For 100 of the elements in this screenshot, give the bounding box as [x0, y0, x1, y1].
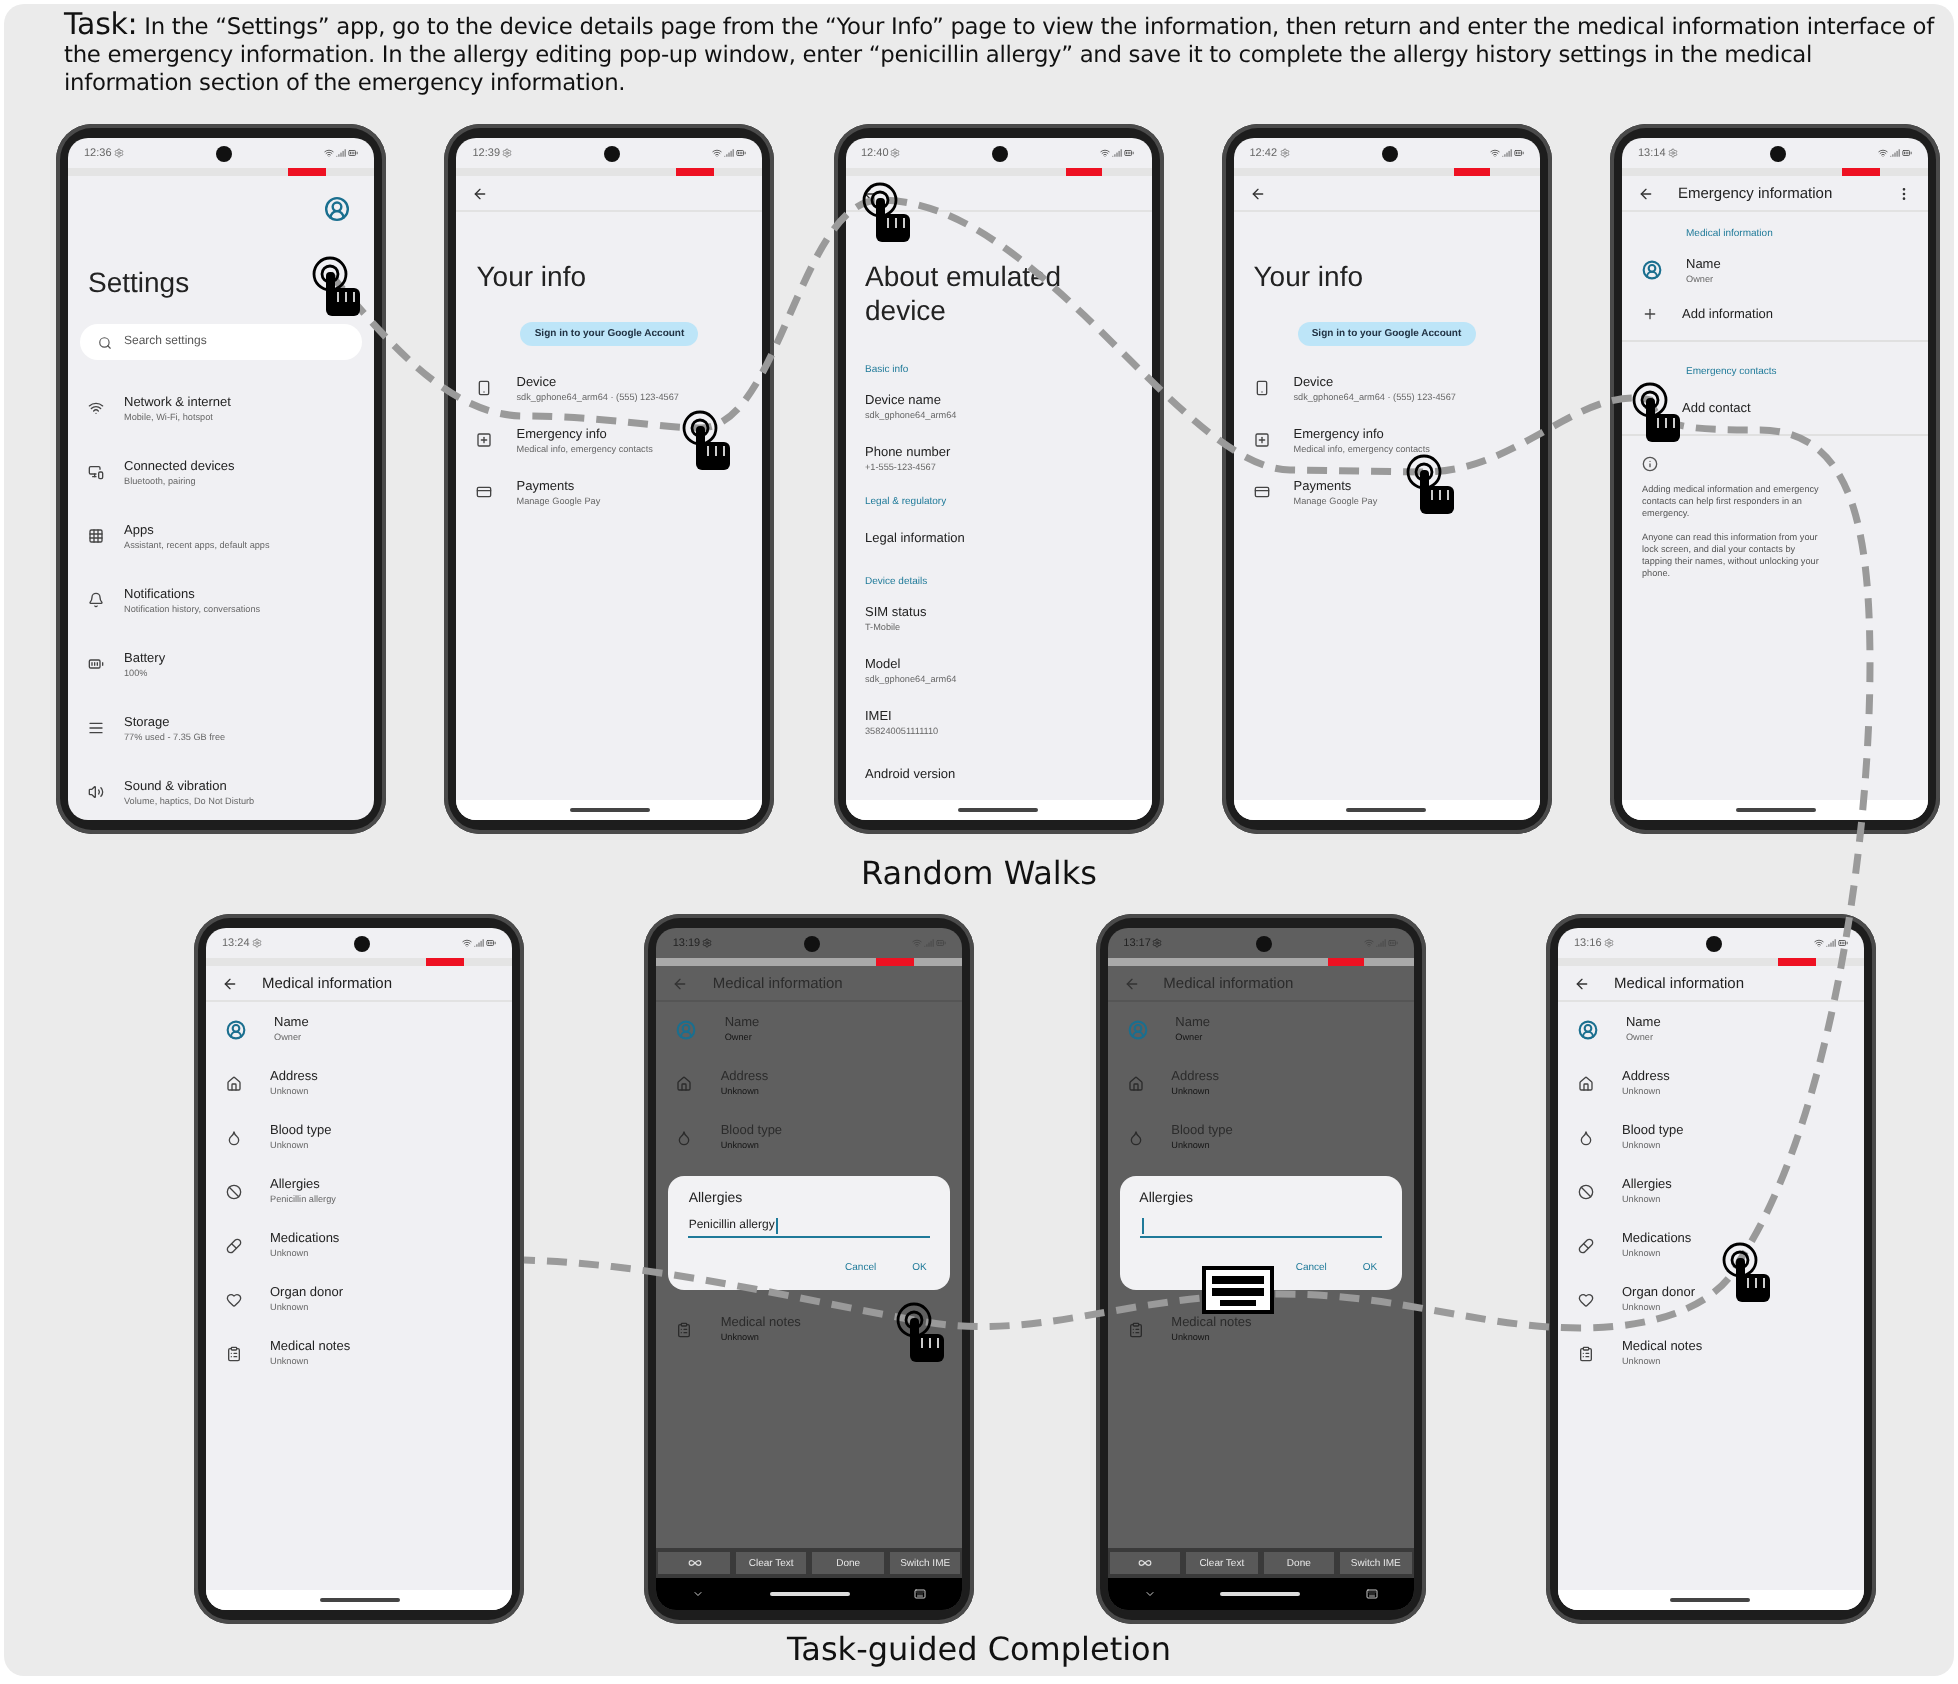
gear-icon [251, 938, 262, 948]
row-caption: Random Walks [861, 852, 1097, 896]
tap-hand-icon [1722, 1242, 1770, 1302]
signal-icon [1375, 938, 1386, 948]
tap-hand-icon [1406, 454, 1454, 514]
camera-icon [1769, 145, 1786, 161]
clipboard-icon [676, 1321, 693, 1337]
back-arrow-icon[interactable] [861, 185, 877, 201]
task-description: Task: In the “Settings” app, go to the device details page from the “Your Info” page to view the information, then return and enter the medical information interface of the emergency information. In the allergy editing pop-up window, enter “penicillin allergy” and save it to complete the allergy history settings in the medical information section of the emergency information. [62, 4, 1937, 100]
back-arrow-icon[interactable] [1249, 185, 1266, 201]
home-indicator[interactable] [569, 808, 650, 812]
page-title: Settings [88, 266, 192, 300]
home-icon [1577, 1075, 1594, 1091]
signal-icon [1112, 148, 1123, 158]
plus-square-icon [1253, 432, 1270, 448]
chevron-down-icon[interactable] [1143, 1588, 1156, 1600]
tap-hand-icon [896, 1302, 944, 1362]
ime-link-button[interactable] [1109, 1552, 1181, 1574]
battery-icon [1513, 148, 1524, 158]
battery-icon [485, 938, 496, 948]
clipboard-icon [1577, 1345, 1594, 1361]
home-icon [676, 1075, 693, 1091]
tap-hand-icon [862, 182, 910, 242]
drop-icon [676, 1129, 693, 1145]
gear-icon [1667, 148, 1678, 158]
battery-icon [347, 148, 358, 158]
gear-icon [890, 148, 901, 158]
gear-icon [1279, 148, 1290, 158]
battery-icon [736, 148, 747, 158]
wifi-icon [1877, 148, 1888, 158]
camera-icon [1381, 145, 1398, 161]
devices-icon [88, 464, 104, 480]
ban-icon [1577, 1183, 1594, 1199]
wifi-icon [1100, 148, 1111, 158]
grid-icon [88, 528, 104, 544]
home-icon [226, 1075, 242, 1091]
camera-icon [1705, 935, 1722, 951]
card-icon [476, 484, 493, 500]
gear-icon [702, 938, 713, 948]
phone-icon [1253, 380, 1270, 396]
clipboard-icon [226, 1345, 242, 1361]
tap-hand-icon [312, 256, 360, 316]
chevron-down-icon[interactable] [692, 1588, 705, 1600]
signal-icon [335, 148, 346, 158]
user-icon [676, 1019, 697, 1039]
back-arrow-icon[interactable] [472, 185, 489, 201]
card-icon [1253, 484, 1270, 500]
storage-icon [88, 720, 104, 736]
back-arrow-icon[interactable] [1638, 185, 1654, 201]
bell-icon [88, 592, 104, 608]
row-caption: Task-guided Completion [787, 1628, 1171, 1672]
camera-icon [215, 145, 232, 161]
user-icon [1127, 1019, 1148, 1039]
info-icon [1642, 456, 1658, 472]
keyboard-icon[interactable] [914, 1588, 927, 1600]
wifi-icon [323, 148, 334, 158]
phone-icon [476, 380, 493, 396]
home-indicator[interactable] [1346, 808, 1427, 812]
back-arrow-icon[interactable] [222, 975, 238, 991]
keyboard-icon [1202, 1266, 1274, 1314]
account-icon[interactable] [324, 196, 350, 222]
home-indicator[interactable] [1670, 1598, 1751, 1602]
gear-icon [113, 148, 124, 158]
keyboard-icon[interactable] [1365, 1588, 1378, 1600]
clipboard-icon [1127, 1321, 1144, 1337]
drop-icon [1127, 1129, 1144, 1145]
battery-icon [936, 938, 947, 948]
page-title: Your info [476, 260, 588, 294]
signal-icon [724, 148, 735, 158]
user-icon [1642, 260, 1662, 280]
battery-icon [1837, 938, 1848, 948]
speaker-icon [88, 784, 104, 800]
back-arrow-icon[interactable] [1573, 975, 1590, 991]
signal-icon [1501, 148, 1512, 158]
plus-square-icon [476, 432, 493, 448]
infinity-icon [1137, 1556, 1152, 1570]
home-indicator[interactable] [769, 1592, 850, 1596]
tap-hand-icon [1632, 382, 1680, 442]
wifi-icon [1813, 938, 1824, 948]
camera-icon [353, 935, 370, 951]
user-icon [1577, 1019, 1598, 1039]
camera-icon [604, 145, 621, 161]
tap-hand-icon [682, 410, 730, 470]
camera-icon [992, 145, 1009, 161]
ban-icon [226, 1183, 242, 1199]
signal-icon [1889, 148, 1900, 158]
signal-icon [473, 938, 484, 948]
home-indicator[interactable] [1220, 1592, 1301, 1596]
wifi-icon [88, 400, 104, 416]
camera-icon [804, 935, 821, 951]
text-input-field[interactable] [1139, 1214, 1382, 1238]
home-icon [1127, 1075, 1144, 1091]
signal-icon [1825, 938, 1836, 948]
plus-icon [1642, 306, 1658, 322]
drop-icon [226, 1129, 242, 1145]
ime-link-button[interactable] [658, 1552, 730, 1574]
wifi-icon [1489, 148, 1500, 158]
gear-icon [1603, 938, 1614, 948]
battery-icon [88, 656, 104, 672]
signal-icon [924, 938, 935, 948]
